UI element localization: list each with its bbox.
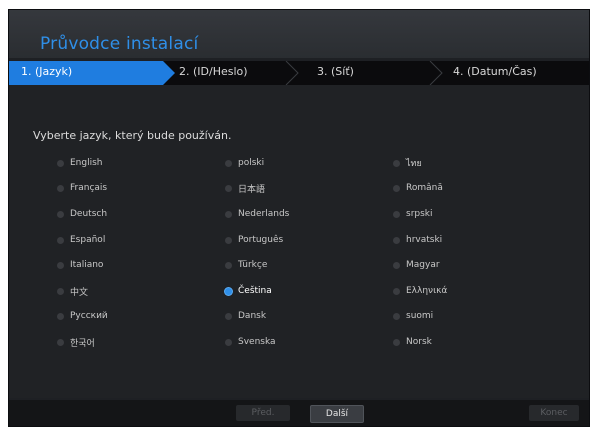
- radio-icon: [393, 159, 400, 167]
- language-option-thai[interactable]: ไทย: [393, 156, 422, 170]
- language-selection-panel: Vyberte jazyk, který bude používán. Engl…: [9, 85, 589, 398]
- language-option-korean[interactable]: 한국어: [57, 335, 95, 349]
- language-option-hungarian[interactable]: Magyar: [393, 258, 440, 272]
- radio-icon: [57, 312, 64, 320]
- radio-icon: [57, 261, 64, 269]
- radio-icon: [225, 338, 232, 346]
- language-option-serbian[interactable]: srpski: [393, 207, 433, 221]
- radio-icon: [225, 312, 232, 320]
- language-option-czech[interactable]: Čeština: [225, 284, 272, 298]
- radio-selected-icon: [225, 287, 232, 295]
- radio-icon: [393, 236, 400, 244]
- step-separator-icon: [285, 61, 299, 85]
- radio-icon: [393, 287, 400, 295]
- language-option-chinese[interactable]: 中文: [57, 284, 88, 298]
- radio-icon: [225, 210, 232, 218]
- language-option-dutch[interactable]: Nederlands: [225, 207, 289, 221]
- step-bar: 1. (Jazyk) 2. (ID/Heslo) 3. (Síť) 4. (Da…: [9, 61, 589, 85]
- radio-icon: [393, 261, 400, 269]
- language-option-japanese[interactable]: 日本語: [225, 181, 265, 195]
- step-1-language: 1. (Jazyk): [21, 65, 73, 78]
- language-option-polish[interactable]: polski: [225, 156, 264, 170]
- wizard-footer: Před. Další Konec: [9, 400, 589, 426]
- language-prompt: Vyberte jazyk, který bude používán.: [33, 129, 232, 142]
- radio-icon: [393, 312, 400, 320]
- radio-icon: [225, 184, 232, 192]
- language-option-croatian[interactable]: hrvatski: [393, 233, 442, 247]
- step-4-date-time: 4. (Datum/Čas): [453, 65, 537, 78]
- language-option-finnish[interactable]: suomi: [393, 309, 433, 323]
- language-option-portuguese[interactable]: Português: [225, 233, 283, 247]
- previous-button[interactable]: Před.: [236, 405, 290, 421]
- wizard-header: Průvodce instalací: [9, 10, 589, 58]
- radio-icon: [57, 184, 64, 192]
- language-option-greek[interactable]: Ελληνικά: [393, 284, 447, 298]
- radio-icon: [225, 261, 232, 269]
- step-2-id-password: 2. (ID/Heslo): [179, 65, 248, 78]
- language-option-italian[interactable]: Italiano: [57, 258, 103, 272]
- radio-icon: [57, 338, 64, 346]
- step-separator-icon: [429, 61, 443, 85]
- language-option-spanish[interactable]: Español: [57, 233, 105, 247]
- language-option-russian[interactable]: Русский: [57, 309, 108, 323]
- radio-icon: [393, 338, 400, 346]
- radio-icon: [57, 287, 64, 295]
- next-button[interactable]: Další: [310, 405, 364, 423]
- setup-wizard-dialog: Průvodce instalací 1. (Jazyk) 2. (ID/Hes…: [8, 9, 590, 427]
- language-option-swedish[interactable]: Svenska: [225, 335, 276, 349]
- finish-button[interactable]: Konec: [529, 405, 579, 421]
- radio-icon: [57, 210, 64, 218]
- language-option-romanian[interactable]: Română: [393, 181, 443, 195]
- radio-icon: [393, 210, 400, 218]
- radio-icon: [57, 236, 64, 244]
- language-option-french[interactable]: Français: [57, 181, 107, 195]
- language-option-norwegian[interactable]: Norsk: [393, 335, 432, 349]
- radio-icon: [57, 159, 64, 167]
- language-option-turkish[interactable]: Türkçe: [225, 258, 267, 272]
- language-option-german[interactable]: Deutsch: [57, 207, 107, 221]
- radio-icon: [393, 184, 400, 192]
- language-option-english[interactable]: English: [57, 156, 103, 170]
- radio-icon: [225, 236, 232, 244]
- step-3-network: 3. (Síť): [317, 65, 354, 78]
- language-option-danish[interactable]: Dansk: [225, 309, 266, 323]
- wizard-title: Průvodce instalací: [40, 34, 199, 54]
- radio-icon: [225, 159, 232, 167]
